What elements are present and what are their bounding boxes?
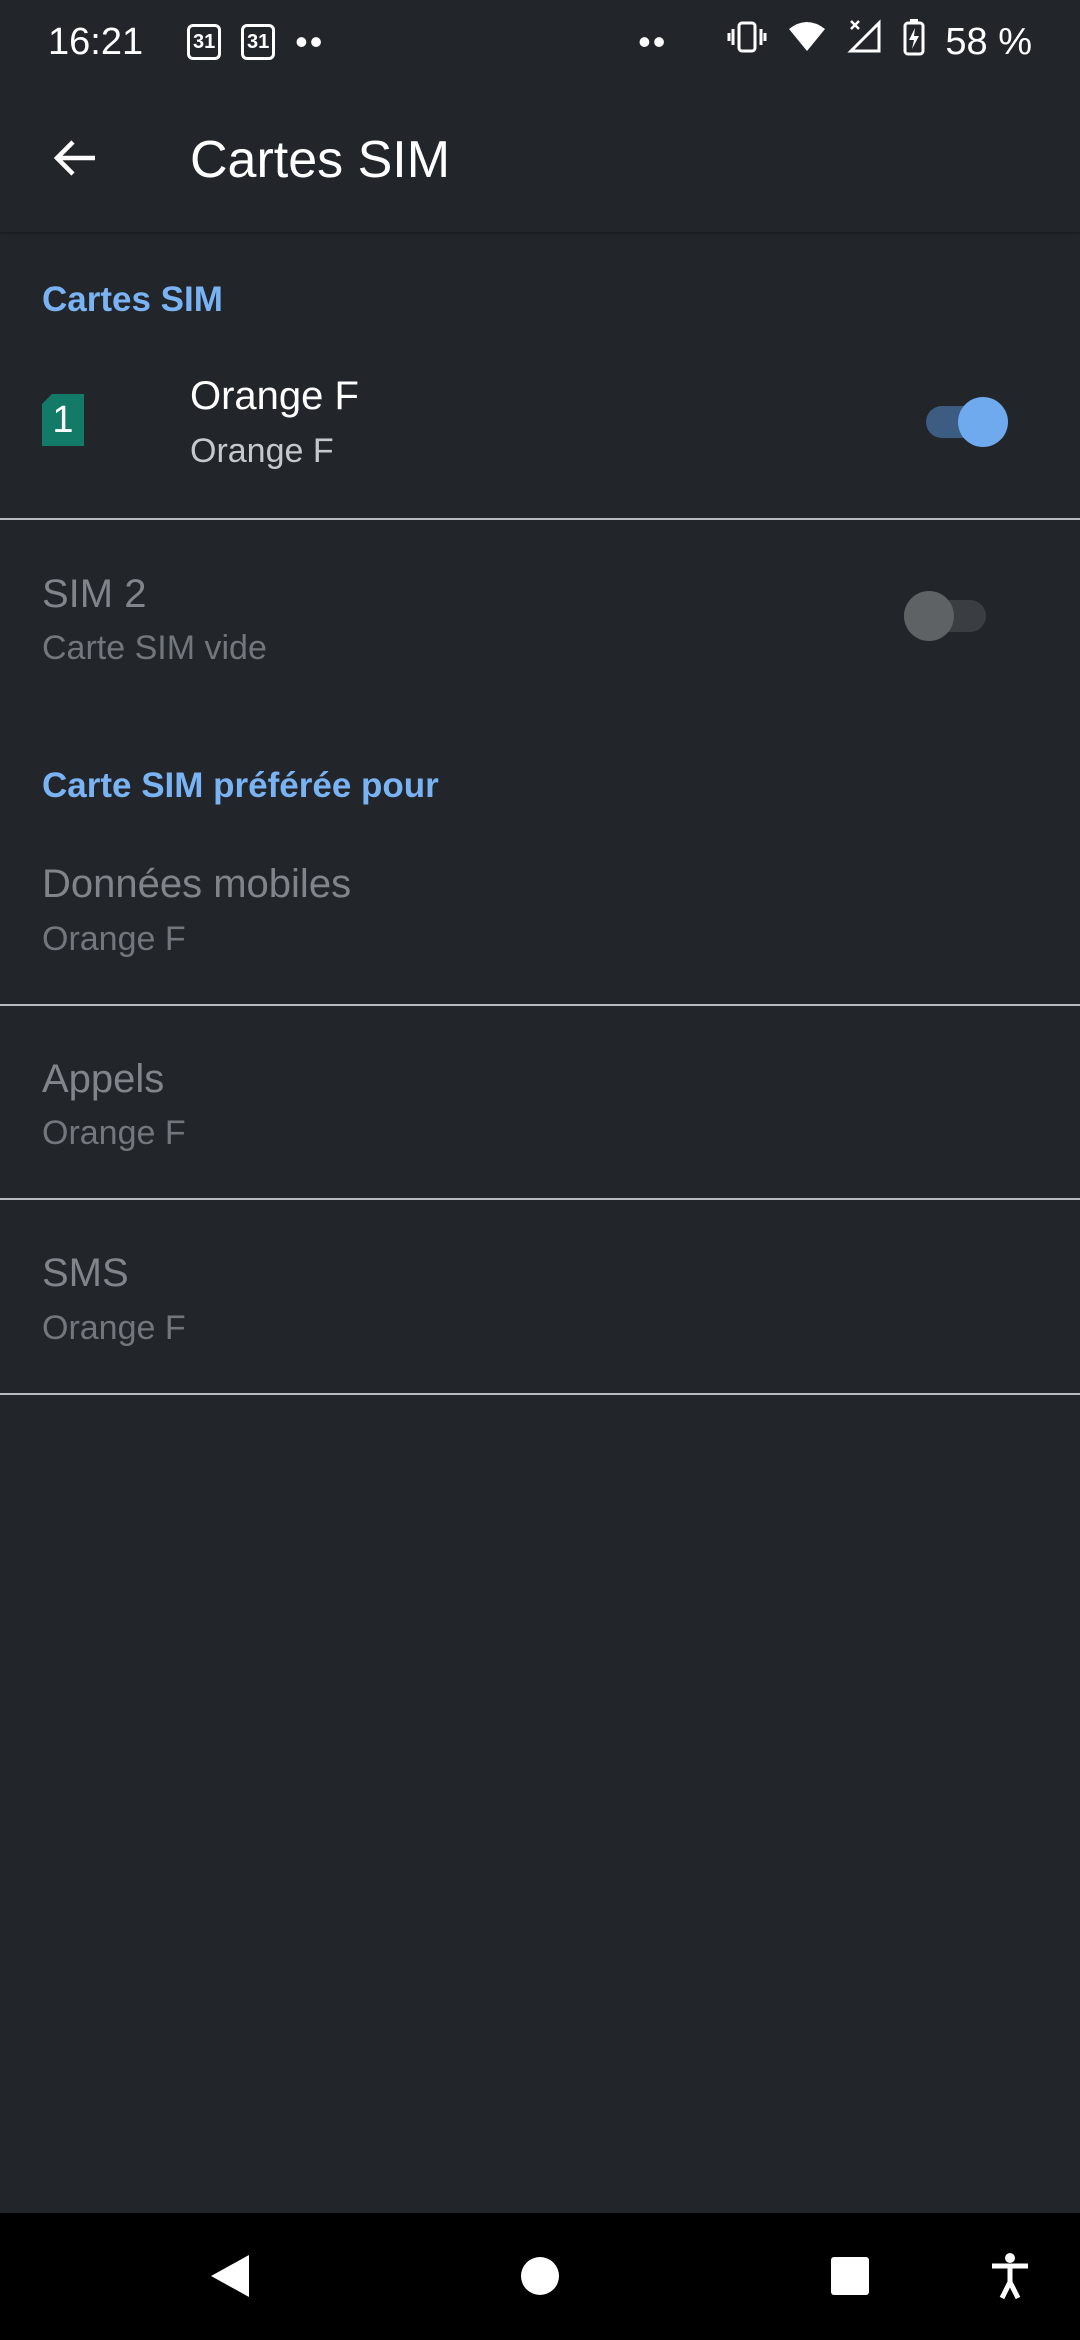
- sim1-title: Orange F: [190, 374, 359, 418]
- navigation-bar: [0, 2213, 1080, 2340]
- status-bar: 16:21 31 31 •• •• 58 %: [0, 0, 1080, 84]
- pref-data-subtitle: Orange F: [42, 920, 186, 958]
- nav-home-button[interactable]: [500, 2233, 580, 2319]
- battery-charging-icon: [903, 18, 925, 66]
- calendar-icon: 31: [241, 24, 276, 60]
- pref-calls-title: Appels: [42, 1057, 165, 1101]
- battery-percent: 58 %: [945, 20, 1032, 63]
- wifi-icon: [787, 19, 827, 65]
- triangle-back-icon: [211, 2255, 249, 2297]
- status-time: 16:21: [48, 20, 144, 63]
- pref-data-title: Données mobiles: [42, 862, 352, 906]
- sim1-row[interactable]: [0, 340, 1080, 518]
- page-title: Cartes SIM: [190, 131, 451, 189]
- section-header-sims: Cartes SIM: [42, 280, 223, 319]
- toggle-thumb: [958, 397, 1008, 447]
- vibrate-icon: [727, 19, 767, 65]
- circle-home-icon: [521, 2257, 559, 2295]
- toggle-thumb: [904, 591, 954, 641]
- sim-card-icon: 1: [42, 394, 84, 446]
- sim2-subtitle: Carte SIM vide: [42, 629, 267, 667]
- divider: [0, 1393, 1080, 1395]
- pref-row-data[interactable]: [0, 822, 1080, 1004]
- app-bar: Cartes SIM: [0, 84, 1080, 232]
- arrow-back-icon: [53, 140, 95, 176]
- section-header-preferred: Carte SIM préférée pour: [42, 766, 439, 805]
- nav-accessibility-button[interactable]: [970, 2233, 1050, 2319]
- back-button[interactable]: [40, 124, 108, 192]
- sim2-toggle[interactable]: [900, 588, 992, 644]
- pref-sms-title: SMS: [42, 1251, 129, 1295]
- calendar-icon: 31: [187, 24, 222, 60]
- nav-recents-button[interactable]: [810, 2233, 890, 2319]
- more-status-icon: ••: [638, 21, 668, 62]
- nav-back-button[interactable]: [190, 2233, 270, 2319]
- sim1-toggle[interactable]: [920, 394, 1012, 450]
- signal-icon: [847, 19, 883, 65]
- sim1-subtitle: Orange F: [190, 432, 334, 470]
- accessibility-icon: [992, 2253, 1028, 2300]
- more-notifications-icon: ••: [295, 21, 325, 62]
- pref-sms-subtitle: Orange F: [42, 1309, 186, 1347]
- pref-row-calls[interactable]: [0, 1006, 1080, 1198]
- sim2-title: SIM 2: [42, 572, 147, 616]
- pref-row-sms[interactable]: [0, 1200, 1080, 1393]
- pref-calls-subtitle: Orange F: [42, 1114, 186, 1152]
- square-recents-icon: [831, 2257, 869, 2295]
